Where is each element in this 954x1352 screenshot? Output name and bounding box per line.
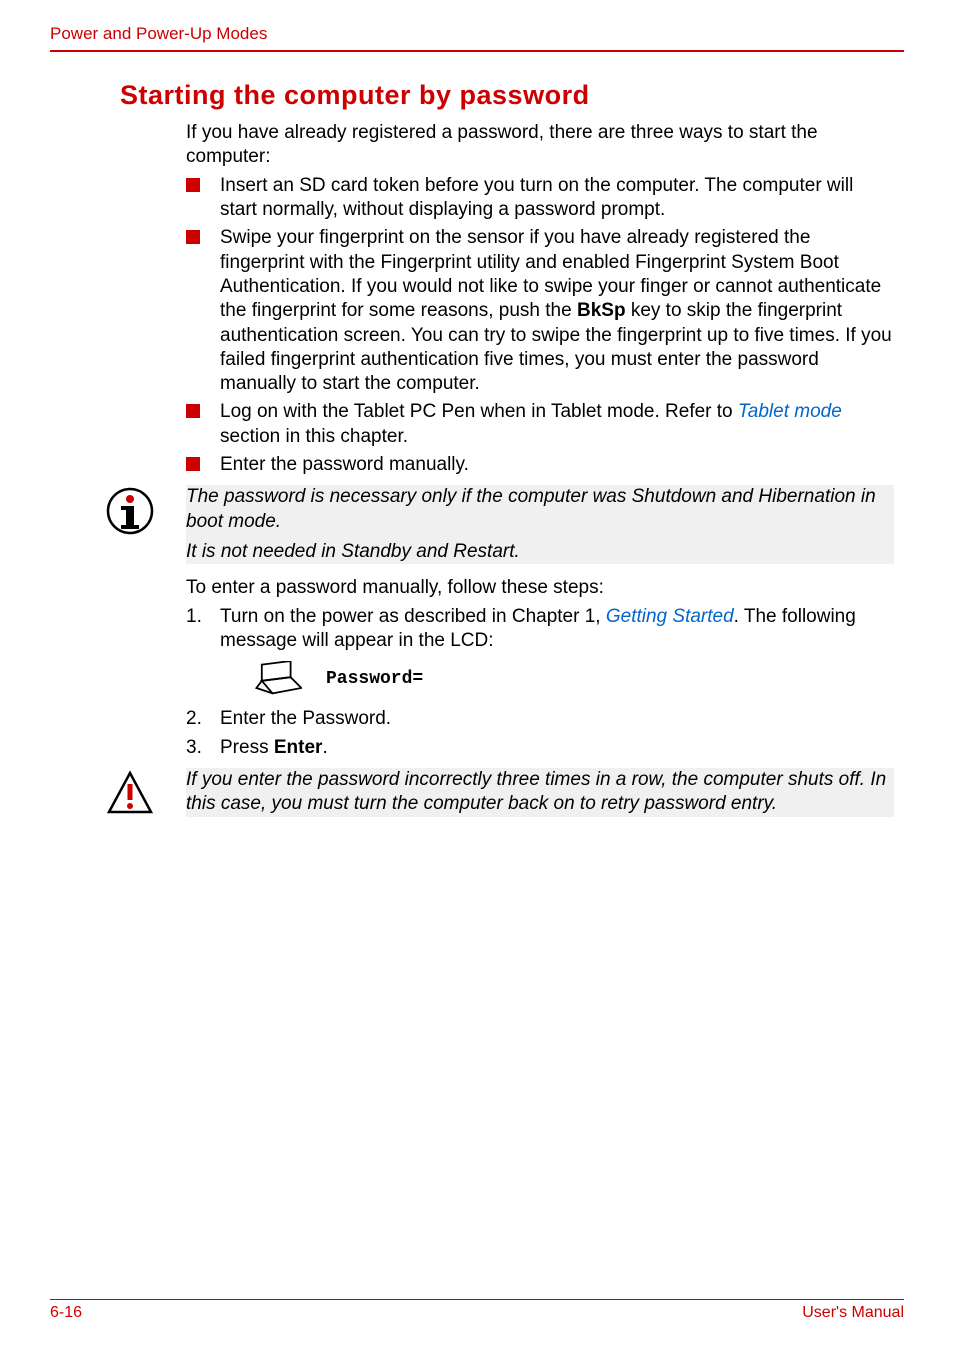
list-text: Enter the password manually. — [220, 454, 469, 475]
prompt-row: Password= — [254, 661, 894, 697]
list-text-pre: Log on with the Tablet PC Pen when in Ta… — [220, 401, 738, 422]
section-heading: Starting the computer by password — [120, 80, 904, 111]
laptop-icon — [254, 661, 302, 697]
info-icon — [106, 487, 154, 535]
manual-intro: To enter a password manually, follow the… — [186, 576, 894, 600]
page-footer: 6-16 User's Manual — [50, 1299, 904, 1322]
list-item: Insert an SD card token before you turn … — [186, 174, 894, 223]
warning-text: If you enter the password incorrectly th… — [186, 768, 894, 817]
page-number: 6-16 — [50, 1304, 82, 1322]
info-callout: The password is necessary only if the co… — [186, 485, 894, 564]
footer-divider — [50, 1299, 904, 1300]
step-text: Enter the Password. — [220, 708, 391, 729]
getting-started-link[interactable]: Getting Started — [606, 606, 734, 627]
step-item: Press Enter. — [186, 736, 894, 760]
list-item: Enter the password manually. — [186, 453, 894, 477]
list-item: Swipe your fingerprint on the sensor if … — [186, 226, 894, 396]
intro-paragraph: If you have already registered a passwor… — [186, 121, 894, 170]
key-name: Enter — [274, 737, 323, 758]
password-prompt: Password= — [326, 668, 423, 691]
info-text-1: The password is necessary only if the co… — [186, 485, 894, 534]
header-divider — [50, 50, 904, 52]
running-header: Power and Power-Up Modes — [50, 24, 904, 50]
options-list: Insert an SD card token before you turn … — [186, 174, 894, 478]
list-item: Log on with the Tablet PC Pen when in Ta… — [186, 400, 894, 449]
step-text-post: . — [322, 737, 327, 758]
list-text: Insert an SD card token before you turn … — [220, 175, 853, 220]
step-text-pre: Turn on the power as described in Chapte… — [220, 606, 606, 627]
manual-label: User's Manual — [802, 1304, 904, 1322]
warning-icon — [106, 770, 154, 818]
step-item: Turn on the power as described in Chapte… — [186, 605, 894, 698]
step-text-pre: Press — [220, 737, 274, 758]
tablet-mode-link[interactable]: Tablet mode — [738, 401, 842, 422]
key-name: BkSp — [577, 300, 626, 321]
step-item: Enter the Password. — [186, 707, 894, 731]
list-text-post: section in this chapter. — [220, 426, 408, 447]
info-text-2: It is not needed in Standby and Restart. — [186, 540, 894, 564]
warning-callout: If you enter the password incorrectly th… — [186, 768, 894, 817]
steps-list: Turn on the power as described in Chapte… — [186, 605, 894, 760]
